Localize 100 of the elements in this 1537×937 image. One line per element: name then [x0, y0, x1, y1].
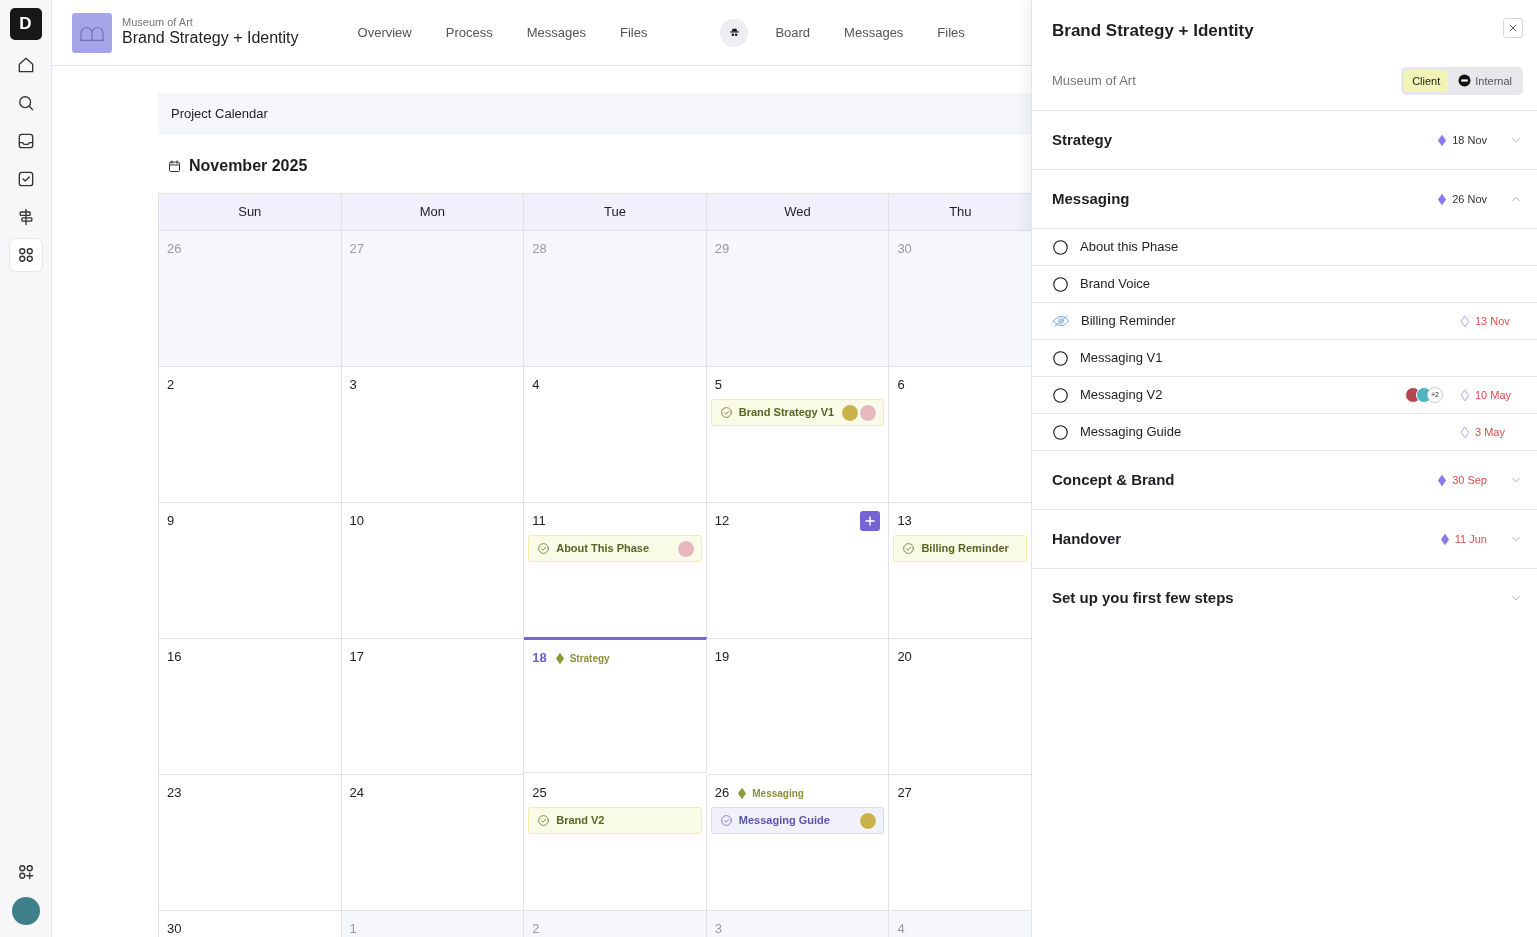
- day-cell[interactable]: 18 Strategy: [524, 637, 707, 773]
- day-cell[interactable]: 12: [706, 503, 890, 639]
- nav-tab[interactable]: Messages: [844, 22, 904, 43]
- day-cell[interactable]: 23: [159, 775, 342, 911]
- nav-tab[interactable]: Files: [937, 22, 965, 43]
- milestone-label: Messaging: [752, 786, 804, 801]
- event-label: Brand Strategy V1: [738, 405, 836, 421]
- day-number: 28: [532, 240, 547, 259]
- day-number: 9: [167, 512, 175, 531]
- task-row[interactable]: Messaging V1: [1032, 339, 1537, 376]
- day-cell[interactable]: 25 Brand V2: [524, 775, 707, 911]
- milestone-label: Strategy: [569, 651, 610, 666]
- org-name: Museum of Art: [122, 16, 194, 29]
- task-title: Messaging Guide: [1080, 423, 1183, 442]
- day-cell[interactable]: 2: [159, 367, 342, 503]
- task-row[interactable]: About this Phase: [1032, 228, 1537, 265]
- event-label: Billing Reminder: [921, 541, 1010, 557]
- section-header[interactable]: Handover 11 Jun: [1032, 509, 1537, 568]
- day-cell[interactable]: 24: [341, 775, 525, 911]
- weekday-header: Wed: [706, 194, 890, 231]
- task-title: Messaging V2: [1080, 386, 1164, 405]
- task-title: Billing Reminder: [1081, 312, 1177, 331]
- day-cell[interactable]: 16: [159, 639, 342, 775]
- circle-checkbox-icon: [1052, 423, 1069, 441]
- day-number: 13: [897, 512, 912, 531]
- day-number: 4: [897, 920, 905, 937]
- diamond-icon: [1437, 192, 1448, 206]
- weekday-header: Tue: [524, 194, 707, 231]
- check-circle-icon: [719, 406, 733, 419]
- check-circle-icon: [719, 814, 733, 827]
- day-cell[interactable]: 19: [706, 639, 890, 775]
- task-row[interactable]: Billing Reminder 13 Nov: [1032, 302, 1537, 339]
- day-cell[interactable]: 26 Messaging Messaging Guide: [706, 775, 890, 911]
- section-title: Concept & Brand: [1052, 469, 1176, 490]
- event-chip[interactable]: Messaging Guide: [710, 807, 885, 834]
- day-cell[interactable]: 4: [524, 367, 707, 503]
- due-date: 30 Sep: [1452, 472, 1487, 488]
- calendar-title: Project Calendar: [158, 93, 1031, 135]
- panel-subtitle: Museum of Art: [1052, 72, 1136, 90]
- check-circle-icon: [537, 814, 551, 827]
- audience-option[interactable]: Client: [1404, 69, 1449, 92]
- section-title: Set up you first few steps: [1052, 587, 1235, 608]
- audience-option[interactable]: Internal: [1450, 69, 1520, 92]
- close-icon: [1507, 22, 1519, 34]
- event-chip[interactable]: Billing Reminder: [893, 535, 1028, 562]
- task-row[interactable]: Messaging Guide 3 May: [1032, 413, 1537, 450]
- day-number: 18: [532, 649, 547, 668]
- add-event-button[interactable]: [860, 511, 881, 531]
- day-cell[interactable]: 17: [341, 639, 525, 775]
- day-number: 23: [167, 784, 182, 803]
- day-number: 17: [349, 648, 365, 667]
- apps-button[interactable]: [9, 239, 42, 271]
- section-header[interactable]: Strategy 18 Nov: [1032, 110, 1537, 169]
- day-cell[interactable]: 3: [341, 367, 525, 503]
- day-number: 26: [714, 784, 730, 803]
- nav-tab[interactable]: Board: [775, 22, 811, 43]
- circle-checkbox-icon: [1052, 386, 1069, 404]
- circle-checkbox-icon: [1052, 238, 1069, 256]
- due-date: 13 Nov: [1475, 313, 1510, 329]
- weekday-header: Thu: [889, 194, 1031, 231]
- task-row[interactable]: Brand Voice: [1032, 265, 1537, 302]
- weekday-header: Mon: [341, 194, 525, 231]
- nav-tab[interactable]: Messages: [526, 22, 586, 43]
- day-number: 25: [532, 784, 547, 803]
- day-number: 27: [897, 784, 912, 803]
- event-chip[interactable]: About This Phase: [528, 535, 702, 562]
- user-avatar[interactable]: [11, 897, 40, 925]
- diamond-outline-icon: [1460, 425, 1470, 439]
- due-date: 10 May: [1475, 387, 1512, 403]
- section-title: Handover: [1052, 528, 1123, 549]
- due-date: 3 May: [1475, 424, 1505, 440]
- nav-tab[interactable]: Files: [619, 22, 648, 43]
- spy-badge-icon: [1458, 74, 1472, 88]
- day-number: 30: [897, 240, 912, 259]
- day-number: 20: [897, 648, 912, 667]
- due-date: 26 Nov: [1452, 191, 1487, 207]
- diamond-outline-icon: [1460, 314, 1470, 328]
- section-header[interactable]: Concept & Brand 30 Sep: [1032, 450, 1537, 509]
- event-chip[interactable]: Brand Strategy V1: [710, 399, 885, 426]
- panel-title: Brand Strategy + Identity: [1052, 20, 1254, 42]
- internal-view-button[interactable]: [720, 18, 749, 47]
- app-logo[interactable]: D: [9, 8, 42, 40]
- close-button[interactable]: [1503, 18, 1523, 38]
- month-title: November 2025: [189, 156, 308, 176]
- task-title: Brand Voice: [1080, 275, 1152, 294]
- event-label: Brand V2: [556, 813, 606, 829]
- day-cell[interactable]: 5 Brand Strategy V1: [706, 367, 890, 503]
- day-number: 2: [532, 920, 540, 937]
- event-chip[interactable]: Brand V2: [528, 807, 702, 834]
- section-header[interactable]: Set up you first few steps: [1032, 568, 1537, 627]
- day-number: 5: [714, 376, 722, 395]
- day-number: 10: [349, 512, 365, 531]
- nav-tab[interactable]: Overview: [357, 22, 412, 43]
- day-number: 24: [349, 784, 365, 803]
- day-cell[interactable]: 10: [341, 503, 525, 639]
- nav-tab[interactable]: Process: [445, 22, 493, 43]
- task-title: About this Phase: [1080, 238, 1180, 257]
- section-header[interactable]: Messaging 26 Nov: [1032, 169, 1537, 228]
- day-cell[interactable]: 9: [159, 503, 342, 639]
- day-number: 29: [714, 240, 730, 259]
